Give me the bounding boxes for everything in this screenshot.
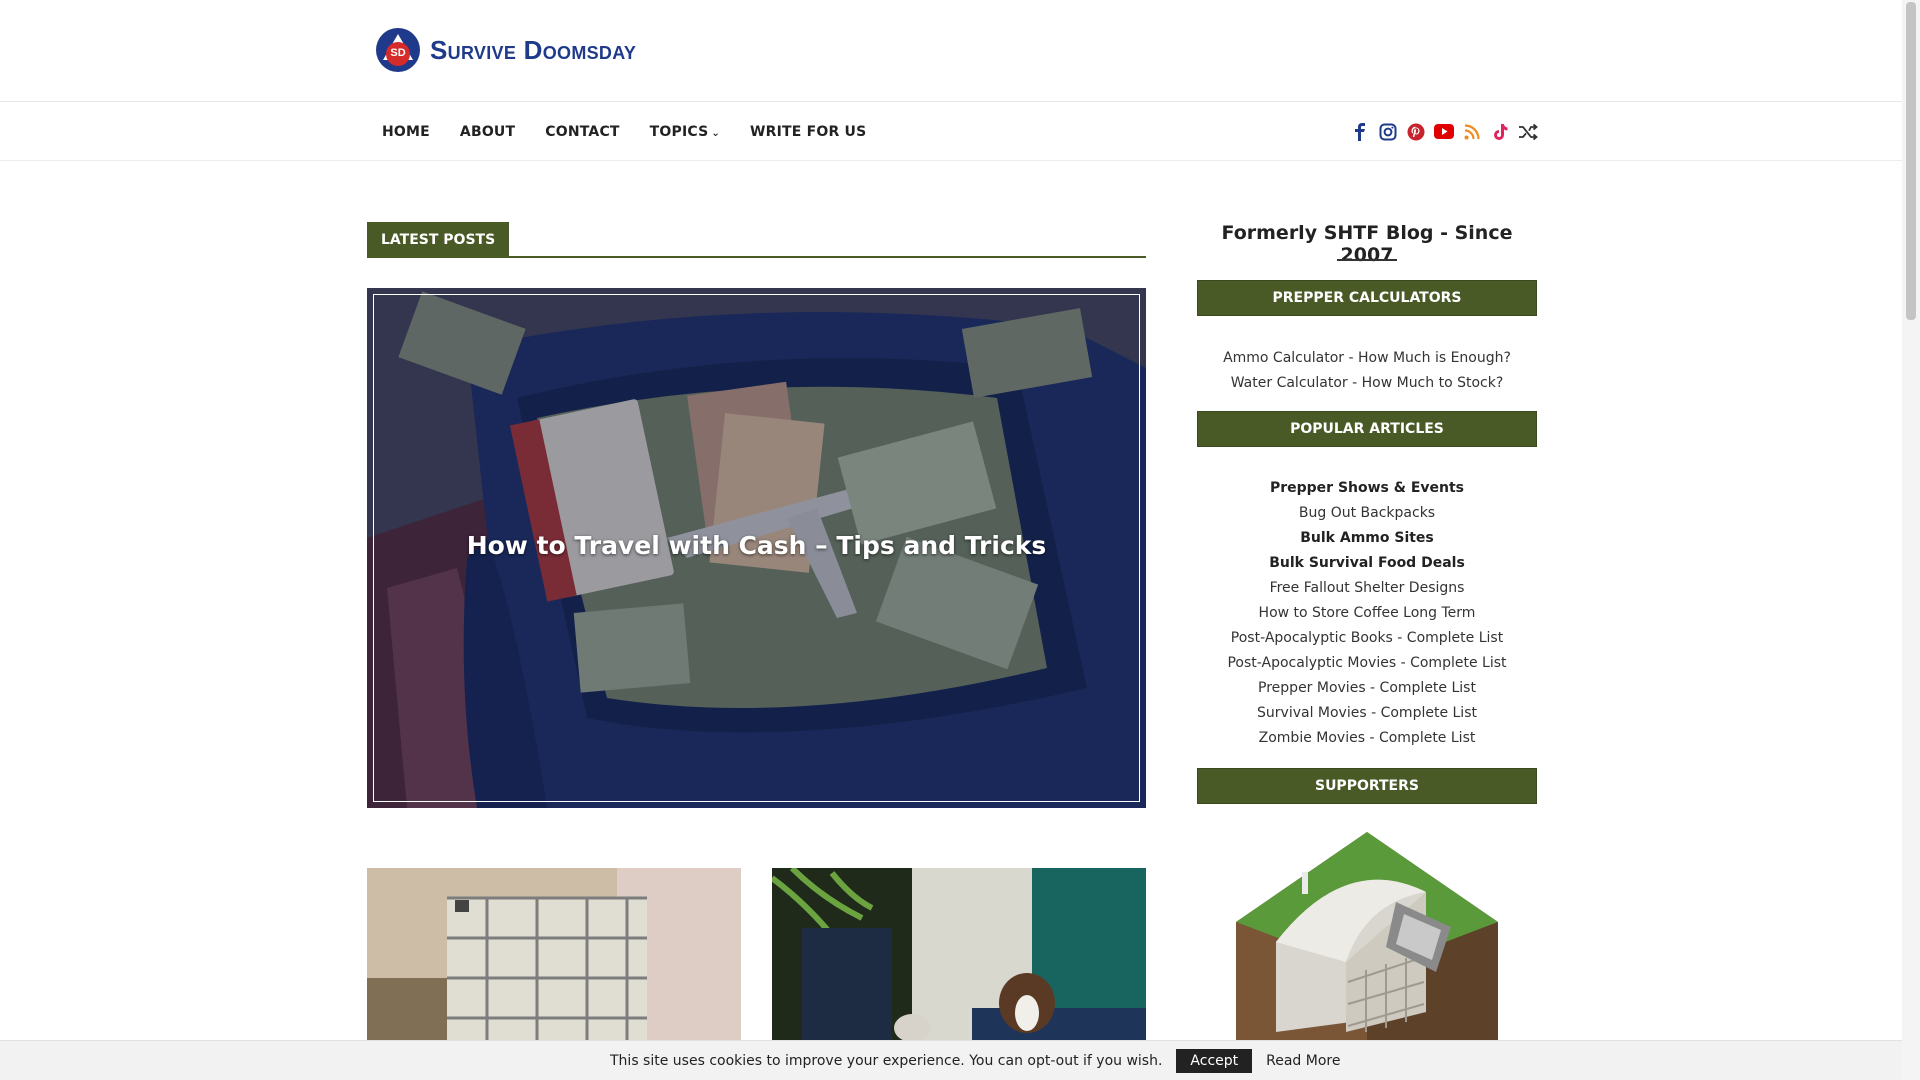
sidebar-link[interactable]: Free Fallout Shelter Designs [1197,576,1537,601]
sidebar-link[interactable]: Water Calculator - How Much to Stock? [1197,371,1537,396]
sidebar-link[interactable]: Survival Movies - Complete List [1197,701,1537,726]
latest-posts-label: LATEST POSTS [367,222,510,258]
read-more-link[interactable]: Read More [1266,1053,1340,1069]
facebook-icon[interactable] [1349,121,1371,143]
sidebar-link[interactable]: Post-Apocalyptic Books - Complete List [1197,626,1537,651]
shelter-illustration [1236,832,1498,1040]
instagram-icon[interactable] [1377,121,1399,143]
sidebar-link[interactable]: Zombie Movies - Complete List [1197,726,1537,751]
featured-post[interactable]: How to Travel with Cash – Tips and Trick… [367,288,1146,808]
nav-item-topics[interactable]: TOPICS ⌄ [650,124,720,140]
sidebar-link[interactable]: Bug Out Backpacks [1197,501,1537,526]
sidebar-link[interactable]: Ammo Calculator - How Much is Enough? [1197,346,1537,371]
nav-item-contact[interactable]: CONTACT [545,124,619,140]
nav-item-about[interactable]: ABOUT [460,124,515,140]
post-thumbnail-image [772,868,1146,1040]
sidebar-link[interactable]: Post-Apocalyptic Movies - Complete List [1197,651,1537,676]
cookie-consent-bar: This site uses cookies to improve your e… [0,1040,1902,1080]
prepper-calculators-heading: PREPPER CALCULATORS [1197,280,1537,316]
pinterest-icon[interactable] [1405,121,1427,143]
cookie-consent-content: This site uses cookies to improve your e… [610,1041,1340,1080]
sidebar-link[interactable]: Bulk Ammo Sites [1197,526,1537,551]
logo-badge-icon: SD [376,28,420,72]
chevron-down-icon: ⌄ [711,127,721,139]
tiktok-icon[interactable] [1489,121,1511,143]
sidebar-divider [1337,259,1397,261]
scrollbar-thumb[interactable] [1906,2,1916,320]
site-name: Survive Doomsday [430,34,637,65]
popular-articles-heading: POPULAR ARTICLES [1197,411,1537,447]
site-header: SD Survive Doomsday [0,0,1920,102]
supporters-heading: SUPPORTERS [1197,768,1537,804]
popular-articles-list: Prepper Shows & Events Bug Out Backpacks… [1197,476,1537,751]
rss-icon[interactable] [1461,121,1483,143]
cookie-message: This site uses cookies to improve your e… [610,1053,1163,1069]
accept-cookies-button[interactable]: Accept [1176,1049,1253,1073]
page-scrollbar[interactable] [1902,0,1920,1080]
site-logo[interactable]: SD Survive Doomsday [376,28,636,72]
nav-menu: HOME ABOUT CONTACT TOPICS ⌄ WRITE FOR US [382,102,896,161]
social-links [1349,102,1545,161]
post-thumbnail[interactable] [772,868,1146,1040]
sidebar-link[interactable]: Prepper Shows & Events [1197,476,1537,501]
youtube-icon[interactable] [1433,121,1455,143]
latest-posts-header: LATEST POSTS [367,222,1146,258]
sidebar-link[interactable]: Prepper Movies - Complete List [1197,676,1537,701]
post-thumbnail[interactable] [367,868,741,1040]
nav-item-home[interactable]: HOME [382,124,430,140]
calculator-links: Ammo Calculator - How Much is Enough? Wa… [1197,346,1537,396]
shuffle-icon[interactable] [1517,121,1539,143]
supporter-banner[interactable] [1236,832,1498,1040]
sidebar-link[interactable]: How to Store Coffee Long Term [1197,601,1537,626]
featured-post-title[interactable]: How to Travel with Cash – Tips and Trick… [367,531,1146,560]
nav-item-write-for-us[interactable]: WRITE FOR US [750,124,866,140]
sidebar-link[interactable]: Bulk Survival Food Deals [1197,551,1537,576]
post-thumbnail-image [367,868,741,1040]
nav-item-topics-label: TOPICS [649,123,709,140]
main-nav: HOME ABOUT CONTACT TOPICS ⌄ WRITE FOR US [0,102,1920,161]
